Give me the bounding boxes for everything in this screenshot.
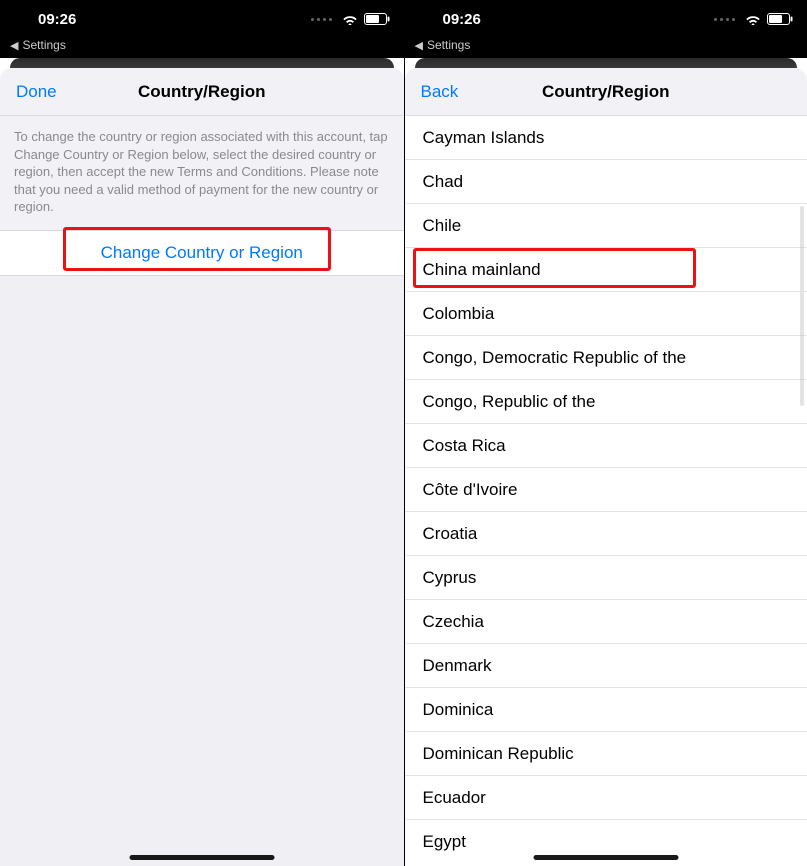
- right-phone: 09:26 ◀ Settings Back Country/Region Cay…: [404, 0, 807, 866]
- country-row[interactable]: Denmark: [405, 644, 807, 688]
- home-indicator-icon[interactable]: [129, 855, 274, 860]
- country-row[interactable]: Congo, Democratic Republic of the: [405, 336, 807, 380]
- status-time: 09:26: [38, 11, 76, 28]
- country-row[interactable]: China mainland: [405, 248, 807, 292]
- back-app-label: Settings: [22, 38, 65, 52]
- nav-bar: Back Country/Region: [405, 68, 807, 116]
- status-icons: [714, 13, 793, 25]
- page-title: Country/Region: [542, 82, 670, 102]
- country-row[interactable]: Croatia: [405, 512, 807, 556]
- country-row[interactable]: Chad: [405, 160, 807, 204]
- scrollbar[interactable]: [800, 206, 804, 406]
- done-button[interactable]: Done: [16, 82, 57, 102]
- country-row[interactable]: Czechia: [405, 600, 807, 644]
- page-title: Country/Region: [138, 82, 266, 102]
- country-row[interactable]: Côte d'Ivoire: [405, 468, 807, 512]
- back-to-app[interactable]: ◀ Settings: [405, 38, 807, 58]
- status-bar: 09:26: [405, 0, 807, 38]
- country-row[interactable]: Cyprus: [405, 556, 807, 600]
- country-row[interactable]: Ecuador: [405, 776, 807, 820]
- back-button[interactable]: Back: [421, 82, 459, 102]
- wifi-icon: [745, 13, 761, 25]
- battery-icon: [767, 13, 793, 25]
- change-country-button[interactable]: Change Country or Region: [101, 243, 303, 263]
- country-row[interactable]: Cayman Islands: [405, 116, 807, 160]
- back-to-app[interactable]: ◀ Settings: [0, 38, 404, 58]
- country-row[interactable]: Chile: [405, 204, 807, 248]
- back-app-label: Settings: [427, 38, 470, 52]
- country-row[interactable]: Dominica: [405, 688, 807, 732]
- change-country-row[interactable]: Change Country or Region: [0, 230, 404, 276]
- left-phone: 09:26 ◀ Settings Done Country/Region To …: [0, 0, 404, 866]
- empty-area: [0, 276, 404, 866]
- country-row[interactable]: Costa Rica: [405, 424, 807, 468]
- back-chevron-icon: ◀: [415, 39, 423, 52]
- status-icons: [311, 13, 390, 25]
- description-text: To change the country or region associat…: [0, 116, 404, 230]
- country-list[interactable]: Cayman IslandsChadChileChina mainlandCol…: [405, 116, 807, 866]
- back-chevron-icon: ◀: [10, 39, 18, 52]
- home-indicator-icon[interactable]: [533, 855, 678, 860]
- country-row[interactable]: Dominican Republic: [405, 732, 807, 776]
- sheet-peek: [415, 58, 798, 68]
- sheet-peek: [10, 58, 394, 68]
- country-row[interactable]: Colombia: [405, 292, 807, 336]
- status-bar: 09:26: [0, 0, 404, 38]
- status-time: 09:26: [443, 11, 481, 28]
- nav-bar: Done Country/Region: [0, 68, 404, 116]
- country-row[interactable]: Congo, Republic of the: [405, 380, 807, 424]
- wifi-icon: [342, 13, 358, 25]
- battery-icon: [364, 13, 390, 25]
